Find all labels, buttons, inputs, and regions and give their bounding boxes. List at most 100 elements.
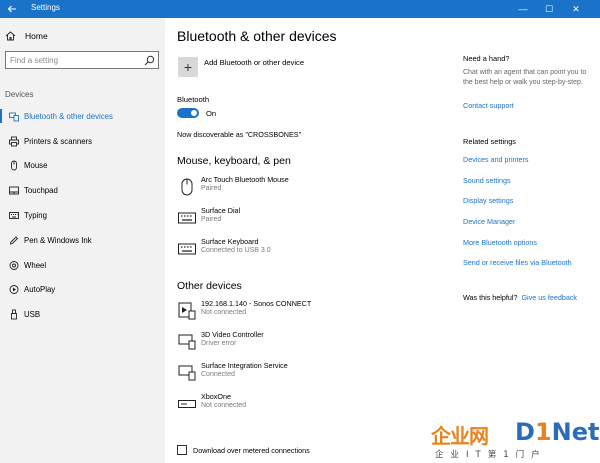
device-item[interactable]: Surface Keyboard Connected to USB 3.0 (177, 237, 447, 261)
related-link-sound[interactable]: Sound settings (463, 176, 511, 185)
related-settings-heading: Related settings (463, 137, 516, 146)
give-feedback-link[interactable]: Give us feedback (521, 293, 577, 302)
add-device-button[interactable]: + Add Bluetooth or other device (178, 57, 304, 77)
section-label: Devices (5, 90, 34, 99)
watermark-logo: 企业网 D1Net 企业IT第1门户 (425, 418, 600, 463)
device-item[interactable]: 3D Video Controller Driver error (177, 330, 447, 354)
sidebar-item-typing[interactable]: Typing (0, 203, 165, 228)
search-input[interactable] (10, 54, 138, 66)
media-device-icon (177, 301, 197, 321)
sidebar-item-usb[interactable]: USB (0, 302, 165, 327)
related-link-device-manager[interactable]: Device Manager (463, 217, 515, 226)
feedback-row: Was this helpful? Give us feedback (463, 293, 577, 302)
keyboard-icon (8, 210, 19, 221)
bluetooth-icon (8, 111, 19, 122)
device-name: Arc Touch Bluetooth Mouse (201, 175, 289, 184)
back-arrow-icon (7, 5, 16, 13)
main-content: Bluetooth & other devices + Add Bluetoot… (165, 18, 455, 463)
sidebar-item-label: Wheel (24, 260, 47, 270)
sidebar-item-pen[interactable]: Pen & Windows Ink (0, 228, 165, 253)
device-status: Not connected (201, 402, 247, 409)
home-nav-item[interactable]: Home (5, 28, 48, 44)
sidebar-item-label: USB (24, 310, 41, 320)
metered-checkbox[interactable] (177, 445, 187, 455)
keyboard-icon (177, 208, 197, 228)
device-item[interactable]: XboxOne Not connected (177, 392, 447, 416)
bluetooth-toggle-row: On (177, 108, 216, 118)
watermark-subtitle: 企业IT第1门户 (435, 450, 547, 460)
other-devices-heading: Other devices (177, 280, 242, 292)
sidebar-item-label: Touchpad (24, 186, 58, 196)
device-name: Surface Integration Service (201, 361, 288, 370)
help-heading: Need a hand? (463, 54, 510, 63)
related-link-bluetooth-options[interactable]: More Bluetooth options (463, 238, 537, 247)
display-device-icon (177, 363, 197, 383)
sidebar: Home Devices Bluetooth & other devices P… (0, 18, 165, 463)
display-device-icon (177, 332, 197, 352)
related-link-display[interactable]: Display settings (463, 196, 513, 205)
bluetooth-toggle[interactable] (177, 108, 199, 118)
nav-list: Bluetooth & other devices Printers & sca… (0, 104, 165, 327)
device-status: Driver error (201, 340, 237, 347)
sidebar-item-touchpad[interactable]: Touchpad (0, 178, 165, 203)
search-icon[interactable] (144, 55, 155, 66)
window-title: Settings (31, 3, 60, 12)
keyboard-icon (177, 239, 197, 259)
help-panel: Need a hand? Chat with an agent that can… (463, 18, 600, 463)
bluetooth-label: Bluetooth (177, 95, 210, 104)
printer-icon (8, 136, 19, 147)
sidebar-item-printers[interactable]: Printers & scanners (0, 129, 165, 154)
watermark-net: Net (551, 418, 600, 446)
console-icon (177, 394, 197, 414)
plus-icon: + (178, 57, 198, 77)
mouse-keyboard-pen-heading: Mouse, keyboard, & pen (177, 155, 291, 167)
mouse-icon (8, 160, 19, 171)
sidebar-item-label: Bluetooth & other devices (24, 111, 113, 121)
home-label: Home (25, 31, 48, 41)
device-item[interactable]: Arc Touch Bluetooth Mouse Paired (177, 175, 447, 199)
close-button[interactable]: ✕ (563, 0, 589, 18)
sidebar-item-label: Pen & Windows Ink (24, 235, 92, 245)
device-status: Not connected (201, 309, 247, 316)
watermark-one: 1 (534, 418, 552, 446)
device-name: 3D Video Controller (201, 330, 264, 339)
device-item[interactable]: Surface Integration Service Connected (177, 361, 447, 385)
maximize-button[interactable]: ☐ (536, 0, 562, 18)
metered-label: Download over metered connections (193, 445, 310, 455)
device-status: Paired (201, 216, 222, 223)
back-button[interactable] (0, 0, 24, 18)
metered-row: Download over metered connections (177, 445, 310, 455)
wheel-icon (8, 260, 19, 271)
device-status: Paired (201, 185, 222, 192)
helpful-question: Was this helpful? (463, 293, 518, 302)
page-title: Bluetooth & other devices (177, 28, 337, 44)
sidebar-item-wheel[interactable]: Wheel (0, 253, 165, 278)
watermark-d: D (515, 418, 535, 446)
sidebar-item-label: Printers & scanners (24, 136, 93, 146)
mouse-icon (177, 177, 197, 197)
device-name: 192.168.1.140 - Sonos CONNECT (201, 299, 312, 308)
title-bar: Settings — ☐ ✕ (0, 0, 600, 18)
sidebar-item-bluetooth[interactable]: Bluetooth & other devices (0, 104, 165, 129)
sidebar-item-mouse[interactable]: Mouse (0, 154, 165, 179)
discoverable-text: Now discoverable as "CROSSBONES" (177, 130, 302, 139)
device-item[interactable]: 192.168.1.140 - Sonos CONNECT Not connec… (177, 299, 447, 323)
sidebar-item-autoplay[interactable]: AutoPlay (0, 278, 165, 303)
watermark-brand-cn: 企业网 (431, 424, 489, 448)
autoplay-icon (8, 284, 19, 295)
related-link-send-files[interactable]: Send or receive files via Bluetooth (463, 258, 572, 267)
related-link-devices-printers[interactable]: Devices and printers (463, 155, 529, 164)
sidebar-item-label: Mouse (24, 161, 48, 171)
device-status: Connected to USB 3.0 (201, 247, 271, 254)
sidebar-item-label: Typing (24, 211, 47, 221)
device-status: Connected (201, 371, 235, 378)
contact-support-link[interactable]: Contact support (463, 101, 514, 110)
minimize-button[interactable]: — (510, 0, 536, 18)
search-box[interactable] (5, 51, 159, 69)
help-text: Chat with an agent that can point you to… (463, 69, 587, 86)
device-name: Surface Keyboard (201, 237, 259, 246)
device-item[interactable]: Surface Dial Paired (177, 206, 447, 230)
toggle-state-label: On (206, 108, 217, 118)
watermark-brand-d1net: D1Net (515, 418, 599, 446)
device-name: XboxOne (201, 392, 231, 401)
